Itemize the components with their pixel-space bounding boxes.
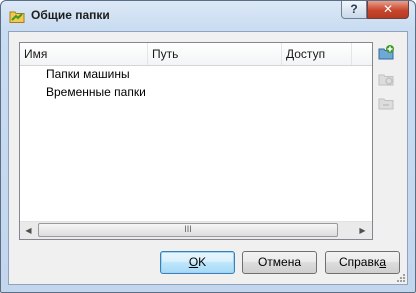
list-item-machine-folders[interactable]: Папки машины xyxy=(20,65,372,83)
ok-accel: O xyxy=(188,255,199,269)
horizontal-scrollbar[interactable]: ◀ III ▶ xyxy=(20,221,372,239)
folder-remove-icon xyxy=(378,98,394,110)
column-header-access[interactable]: Доступ xyxy=(282,43,352,65)
title-bar: Общие папки ? ✕ xyxy=(1,1,415,31)
edit-folder-button[interactable] xyxy=(377,70,395,88)
column-header-path[interactable]: Путь xyxy=(148,43,282,65)
add-folder-button[interactable] xyxy=(377,44,395,62)
folder-edit-icon xyxy=(378,74,394,86)
scroll-right-icon[interactable]: ▶ xyxy=(354,222,371,239)
cancel-button[interactable]: Отмена xyxy=(242,251,317,274)
scrollbar-thumb[interactable]: III xyxy=(38,223,338,237)
list-item-transient-folders[interactable]: Временные папки xyxy=(20,83,372,101)
list-rows: Папки машины Временные папки xyxy=(20,65,372,101)
help-button[interactable]: Справка xyxy=(325,251,400,274)
resize-grip-icon[interactable] xyxy=(395,272,405,282)
dialog-body: Имя Путь Доступ Папки машины Временные п… xyxy=(8,31,408,285)
help-label: Справк xyxy=(338,255,380,269)
scroll-left-icon[interactable]: ◀ xyxy=(20,222,37,239)
column-header-name[interactable]: Имя xyxy=(20,43,148,65)
ok-button[interactable]: OK xyxy=(160,251,235,274)
window-title: Общие папки xyxy=(31,8,110,22)
folder-add-icon xyxy=(378,45,394,60)
shared-folders-list[interactable]: Имя Путь Доступ Папки машины Временные п… xyxy=(19,42,373,240)
close-button[interactable]: ✕ xyxy=(367,1,409,19)
shared-folders-icon xyxy=(9,8,25,24)
shared-folders-dialog: Общие папки ? ✕ Имя Путь Доступ Папки ма… xyxy=(0,0,416,293)
list-header: Имя Путь Доступ xyxy=(20,43,372,66)
help-title-button[interactable]: ? xyxy=(341,1,367,19)
ok-label: K xyxy=(198,255,207,269)
help-accel: а xyxy=(379,255,387,269)
remove-folder-button[interactable] xyxy=(377,94,395,112)
